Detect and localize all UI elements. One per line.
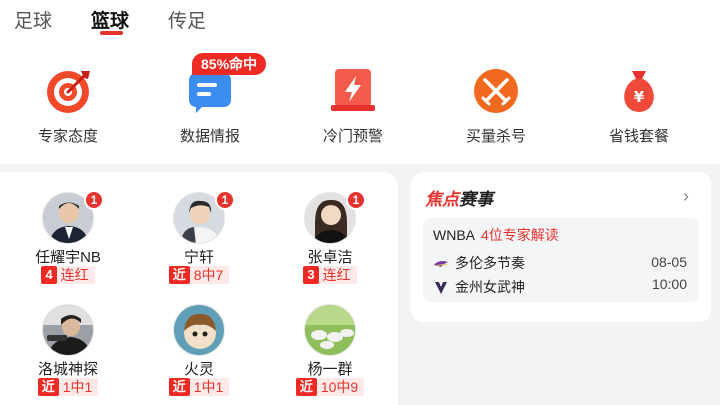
feature-label: 省钱套餐 bbox=[608, 128, 669, 145]
tab-football[interactable]: 足球 bbox=[14, 6, 52, 33]
expert-count: 4位专家解读 bbox=[481, 227, 559, 243]
crossed-swords-icon bbox=[472, 67, 520, 115]
avatar bbox=[42, 304, 94, 356]
feature-volume-kill[interactable]: 买量杀号 bbox=[436, 58, 556, 158]
expert-name: 任耀宇NB bbox=[35, 249, 101, 266]
expert-name: 宁轩 bbox=[183, 249, 214, 266]
avatar bbox=[304, 304, 356, 356]
expert-record: 近 1中1 bbox=[140, 378, 258, 397]
feature-row: 专家态度 数据情报 85%命中 冷门预警 买量杀号 ¥ 省钱套餐 bbox=[0, 40, 720, 164]
feature-saving-package[interactable]: ¥ 省钱套餐 bbox=[579, 58, 699, 158]
tab-basketball[interactable]: 篮球 bbox=[91, 6, 129, 33]
active-tab-indicator bbox=[100, 31, 123, 35]
record-tag: 近 bbox=[168, 266, 190, 285]
record-text: 1中1 bbox=[58, 378, 99, 397]
expert-record: 近 10中9 bbox=[271, 378, 389, 397]
expert-name: 火灵 bbox=[183, 361, 214, 378]
expert-record: 近 1中1 bbox=[9, 378, 127, 397]
notification-badge: 1 bbox=[84, 190, 104, 210]
hit-rate-badge: 85%命中 bbox=[192, 53, 267, 75]
sport-tabs: 足球 篮球 传足 bbox=[0, 0, 720, 40]
expert-name: 洛城神探 bbox=[37, 361, 98, 378]
money-bag-icon: ¥ bbox=[615, 67, 663, 115]
away-team: 金州女武神 bbox=[433, 277, 525, 297]
expert-card[interactable]: 1 任耀宇NB 4 连红 bbox=[9, 178, 127, 288]
feature-label: 冷门预警 bbox=[322, 128, 383, 145]
lightning-alert-icon bbox=[329, 67, 377, 115]
record-tag: 近 bbox=[37, 378, 59, 397]
focus-title-rest: 赛事 bbox=[459, 190, 493, 209]
expert-card[interactable]: 火灵 近 1中1 bbox=[140, 290, 258, 400]
match-time: 10:00 bbox=[651, 276, 687, 292]
notification-badge: 1 bbox=[215, 190, 235, 210]
record-tag: 近 bbox=[168, 378, 190, 397]
target-icon bbox=[44, 67, 92, 115]
match-date: 08-05 bbox=[651, 254, 687, 270]
home-team-name: 多伦多节奏 bbox=[455, 255, 525, 271]
league-line: WNBA 4位专家解读 bbox=[433, 225, 559, 245]
expert-panel: 1 任耀宇NB 4 连红 1 宁轩 近 8中7 1 张卓洁 3 连红 洛城神探 近 1中… bbox=[0, 172, 398, 405]
expert-card[interactable]: 洛城神探 近 1中1 bbox=[9, 290, 127, 400]
feature-expert-attitude[interactable]: 专家态度 bbox=[8, 58, 128, 158]
expert-name: 杨一群 bbox=[307, 361, 353, 378]
expert-card[interactable]: 1 张卓洁 3 连红 bbox=[271, 178, 389, 288]
expert-card[interactable]: 1 宁轩 近 8中7 bbox=[140, 178, 258, 288]
expert-record: 3 连红 bbox=[271, 266, 389, 285]
feature-upset-warning[interactable]: 冷门预警 bbox=[293, 58, 413, 158]
valkyries-logo-icon bbox=[433, 281, 449, 295]
record-text: 10中9 bbox=[316, 378, 365, 397]
expert-record: 近 8中7 bbox=[140, 266, 258, 285]
expert-record: 4 连红 bbox=[9, 266, 127, 285]
match-card[interactable]: WNBA 4位专家解读 多伦多节奏 金州女武神 08-05 10:00 bbox=[423, 218, 699, 302]
record-text: 1中1 bbox=[189, 378, 230, 397]
home-team: 多伦多节奏 bbox=[433, 253, 525, 273]
expert-name: 张卓洁 bbox=[307, 249, 353, 266]
record-tag: 3 bbox=[303, 266, 319, 285]
league-name: WNBA bbox=[433, 227, 475, 243]
focus-match-panel: 焦点赛事 › WNBA 4位专家解读 多伦多节奏 金州女武神 08-05 10:0… bbox=[411, 172, 711, 322]
raptors-logo-icon bbox=[433, 257, 449, 271]
record-text: 8中7 bbox=[189, 266, 230, 285]
expert-card[interactable]: 杨一群 近 10中9 bbox=[271, 290, 389, 400]
feature-label: 买量杀号 bbox=[465, 128, 526, 145]
record-text: 连红 bbox=[56, 266, 95, 285]
feature-label: 专家态度 bbox=[37, 128, 98, 145]
record-tag: 近 bbox=[295, 378, 317, 397]
feature-label: 数据情报 bbox=[179, 128, 240, 145]
svg-text:¥: ¥ bbox=[634, 88, 645, 106]
avatar bbox=[173, 304, 225, 356]
chevron-right-icon[interactable]: › bbox=[683, 186, 689, 207]
focus-title-highlight: 焦点 bbox=[425, 190, 459, 209]
record-text: 连红 bbox=[318, 266, 357, 285]
record-tag: 4 bbox=[41, 266, 57, 285]
focus-title: 焦点赛事 bbox=[425, 185, 493, 210]
tab-traditional-football[interactable]: 传足 bbox=[168, 6, 206, 33]
away-team-name: 金州女武神 bbox=[455, 279, 525, 295]
notification-badge: 1 bbox=[346, 190, 366, 210]
